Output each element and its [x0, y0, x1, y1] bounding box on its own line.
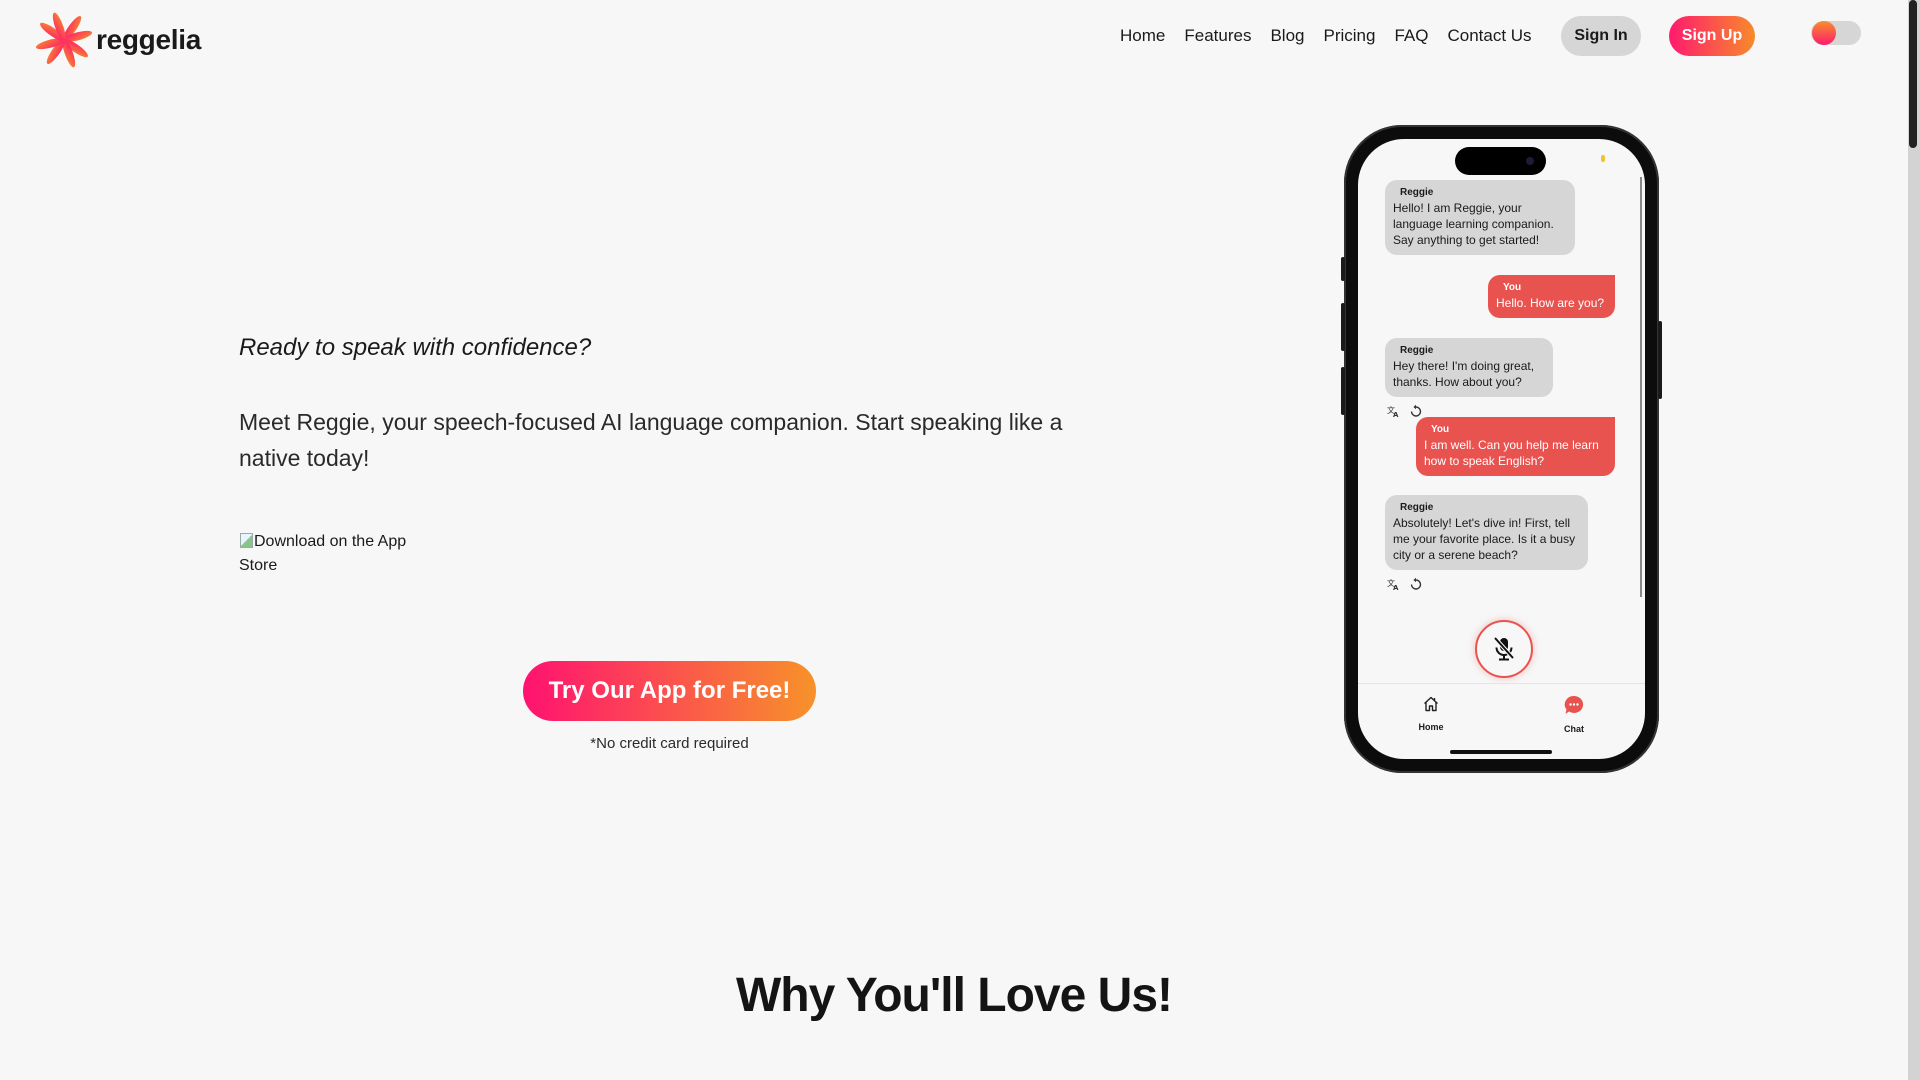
message-actions: 文A	[1387, 404, 1423, 418]
nav-contact-us[interactable]: Contact Us	[1447, 24, 1531, 48]
chat-message: Reggie Hey there! I'm doing great, thank…	[1385, 338, 1553, 397]
svg-text:A: A	[1393, 411, 1399, 418]
home-icon	[1424, 696, 1438, 712]
chat-message: Reggie Hello! I am Reggie, your language…	[1385, 180, 1575, 255]
front-camera	[1526, 157, 1534, 165]
message-sender: You	[1503, 282, 1522, 293]
chat-message: You Hello. How are you?	[1488, 275, 1615, 318]
status-indicator-icon	[1601, 155, 1605, 162]
message-text: Hello! I am Reggie, your language learni…	[1393, 201, 1554, 247]
home-indicator	[1450, 750, 1552, 754]
sign-in-button[interactable]: Sign In	[1561, 16, 1641, 56]
broken-image-icon	[239, 532, 253, 548]
phone-power-button	[1658, 321, 1662, 399]
scrollbar-thumb[interactable]	[1909, 0, 1917, 148]
chat-scrollbar[interactable]	[1640, 177, 1642, 597]
try-app-free-button[interactable]: Try Our App for Free!	[523, 661, 816, 721]
nav-features[interactable]: Features	[1184, 24, 1251, 48]
dynamic-island	[1455, 147, 1546, 175]
translate-icon[interactable]: 文A	[1387, 404, 1401, 418]
sign-up-button[interactable]: Sign Up	[1669, 16, 1755, 56]
nav-blog[interactable]: Blog	[1270, 24, 1304, 48]
message-text: Hello. How are you?	[1496, 296, 1605, 310]
mic-button[interactable]	[1475, 620, 1533, 678]
tab-bar-divider	[1358, 683, 1645, 684]
theme-toggle[interactable]	[1811, 21, 1861, 45]
nav-home[interactable]: Home	[1120, 24, 1165, 48]
nav-pricing[interactable]: Pricing	[1323, 24, 1375, 48]
tab-label: Chat	[1564, 724, 1584, 734]
why-love-us-heading: Why You'll Love Us!	[735, 969, 1173, 1022]
tab-chat[interactable]: Chat	[1544, 695, 1604, 734]
site-header: reggelia Home Features Blog Pricing FAQ …	[0, 0, 1908, 74]
main-nav: Home Features Blog Pricing FAQ Contact U…	[1120, 24, 1532, 48]
app-store-alt-text: Download on the App Store	[239, 533, 407, 574]
phone-screen: Reggie Hello! I am Reggie, your language…	[1358, 139, 1645, 759]
message-sender: Reggie	[1400, 187, 1434, 198]
message-text: I am well. Can you help me learn how to …	[1424, 438, 1599, 468]
toggle-knob	[1812, 21, 1836, 45]
translate-icon[interactable]: 文A	[1387, 577, 1401, 591]
chat-message: Reggie Absolutely! Let's dive in! First,…	[1385, 495, 1588, 570]
message-actions: 文A	[1387, 577, 1423, 591]
mic-muted-icon	[1493, 636, 1515, 661]
tab-label: Home	[1418, 722, 1444, 732]
message-sender: You	[1431, 424, 1450, 435]
brand-name: reggelia	[96, 24, 201, 55]
phone-action-button	[1341, 257, 1345, 281]
message-text: Absolutely! Let's dive in! First, tell m…	[1393, 516, 1576, 562]
chat-message: You I am well. Can you help me learn how…	[1416, 417, 1615, 476]
phone-volume-down-button	[1341, 367, 1345, 415]
message-sender: Reggie	[1400, 345, 1434, 356]
chat-icon	[1564, 695, 1584, 714]
logo-link[interactable]: reggelia	[34, 10, 201, 70]
svg-text:A: A	[1393, 584, 1399, 591]
phone-mockup: Reggie Hello! I am Reggie, your language…	[1341, 125, 1662, 773]
hero-tagline: Ready to speak with confidence?	[239, 334, 592, 361]
app-store-badge-link[interactable]: Download on the App Store	[239, 530, 439, 578]
replay-icon[interactable]	[1409, 404, 1423, 418]
tab-home[interactable]: Home	[1401, 695, 1461, 732]
hero-intro: Meet Reggie, your speech-focused AI lang…	[239, 409, 1063, 471]
no-credit-card-note: *No credit card required	[590, 735, 749, 752]
nav-faq[interactable]: FAQ	[1394, 24, 1428, 48]
message-text: Hey there! I'm doing great, thanks. How …	[1393, 359, 1535, 389]
message-sender: Reggie	[1400, 502, 1434, 513]
flower-logo-icon	[35, 12, 93, 68]
phone-volume-up-button	[1341, 303, 1345, 351]
page-scrollbar[interactable]	[1908, 0, 1920, 1080]
replay-icon[interactable]	[1409, 577, 1423, 591]
